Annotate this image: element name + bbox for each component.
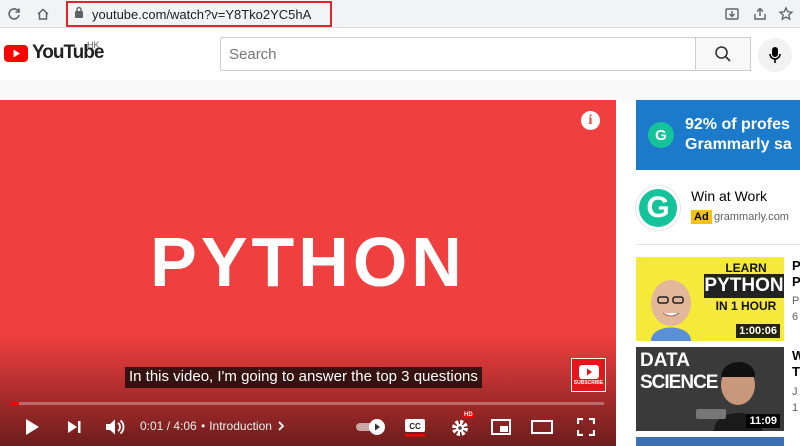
subscribe-watermark[interactable]: SUBSCRIBE bbox=[571, 358, 606, 392]
address-bar[interactable]: youtube.com/watch?v=Y8Tko2YC5hA bbox=[66, 1, 332, 27]
recommendation-channel: J bbox=[792, 386, 798, 398]
player-controls: 0:01 / 4:06 • Introduction CC HD bbox=[0, 410, 616, 446]
recommendation-thumbnail[interactable] bbox=[636, 437, 784, 446]
lock-icon bbox=[74, 5, 84, 23]
recommendation-thumbnail[interactable]: LEARN PYTHON IN 1 HOUR 1:00:06 bbox=[636, 257, 784, 341]
region-label: HK bbox=[87, 40, 100, 50]
ad-domain: grammarly.com bbox=[714, 211, 789, 223]
recommendation-channel: P bbox=[792, 295, 800, 307]
play-button[interactable] bbox=[20, 414, 44, 440]
grammarly-logo-icon: G bbox=[648, 122, 674, 148]
video-duration: 1:00:06 bbox=[736, 324, 780, 338]
reload-icon[interactable] bbox=[4, 4, 24, 24]
subtitles-button[interactable]: CC bbox=[403, 414, 427, 440]
svg-text:CC: CC bbox=[409, 422, 421, 431]
autoplay-toggle[interactable] bbox=[354, 414, 388, 440]
progress-bar[interactable] bbox=[12, 402, 604, 405]
thumb-text-python: PYTHON bbox=[704, 274, 784, 298]
thumb-text-hour: IN 1 HOUR bbox=[715, 299, 777, 313]
settings-button[interactable]: HD bbox=[446, 412, 474, 440]
recommendation-title[interactable]: P bbox=[792, 258, 800, 273]
skip-next-icon bbox=[68, 421, 81, 433]
progress-played bbox=[12, 402, 20, 405]
microphone-icon bbox=[769, 47, 781, 63]
video-player[interactable]: i PYTHON In this video, I'm going to ans… bbox=[0, 100, 616, 446]
autoplay-toggle-icon bbox=[356, 419, 385, 435]
play-icon bbox=[26, 419, 39, 435]
youtube-header: YouTube HK bbox=[0, 28, 800, 80]
bookmark-star-icon[interactable] bbox=[776, 4, 796, 24]
miniplayer-button[interactable] bbox=[488, 414, 514, 440]
ad-title: Win at Work bbox=[691, 188, 767, 204]
chapter-separator: • bbox=[201, 419, 206, 433]
volume-button[interactable] bbox=[102, 414, 128, 440]
recommendation-thumbnail[interactable]: DATA SCIENCE 11:09 bbox=[636, 347, 784, 431]
header-spacer bbox=[0, 80, 800, 100]
install-app-icon[interactable] bbox=[722, 4, 742, 24]
ad-banner[interactable]: G 92% of profes Grammarly sa bbox=[636, 100, 800, 170]
browser-toolbar: youtube.com/watch?v=Y8Tko2YC5hA bbox=[0, 0, 800, 28]
next-button[interactable] bbox=[62, 414, 86, 440]
grammarly-avatar-icon: G bbox=[636, 186, 680, 230]
search-input[interactable] bbox=[220, 37, 696, 71]
thumb-text-data: DATA bbox=[640, 350, 690, 371]
chapter-title: Introduction bbox=[209, 419, 272, 433]
recommendation-title-line-2[interactable]: T bbox=[792, 364, 800, 379]
ad-card[interactable]: G Win at Work Ad grammarly.com bbox=[636, 180, 800, 236]
home-icon[interactable] bbox=[33, 4, 53, 24]
volume-icon bbox=[106, 419, 125, 435]
search-button[interactable] bbox=[695, 37, 751, 71]
hd-badge: HD bbox=[463, 412, 474, 418]
recommendation-title[interactable]: W bbox=[792, 348, 800, 363]
thumb-text-learn: LEARN bbox=[725, 261, 767, 275]
share-icon[interactable] bbox=[750, 4, 770, 24]
ad-badge: Ad bbox=[691, 210, 712, 224]
fullscreen-icon bbox=[577, 418, 595, 436]
recommendation-views: 6 bbox=[792, 311, 799, 323]
ad-banner-line-1: 92% of profes bbox=[685, 116, 790, 133]
ad-banner-line-2: Grammarly sa bbox=[685, 136, 792, 153]
url-text: youtube.com/watch?v=Y8Tko2YC5hA bbox=[92, 6, 312, 22]
video-duration: 11:09 bbox=[746, 414, 780, 428]
voice-search-button[interactable] bbox=[758, 38, 792, 72]
recommendation-title-line-2[interactable]: P bbox=[792, 274, 800, 289]
sidebar: G 92% of profes Grammarly sa G Win at Wo… bbox=[636, 100, 800, 446]
subscribe-label: SUBSCRIBE bbox=[573, 379, 604, 386]
fullscreen-button[interactable] bbox=[572, 414, 600, 440]
subscribe-play-icon bbox=[578, 364, 599, 379]
sidebar-divider bbox=[636, 244, 800, 245]
video-title-overlay: PYTHON bbox=[150, 223, 466, 301]
time-display: 0:01 / 4:06 bbox=[140, 419, 197, 433]
thumb-text-science: SCIENCE bbox=[640, 372, 718, 393]
recommendation-views: 1 bbox=[792, 402, 799, 414]
closed-captions-icon: CC bbox=[405, 419, 425, 437]
chapter-title-button[interactable]: • Introduction bbox=[201, 419, 286, 433]
miniplayer-icon bbox=[491, 419, 511, 435]
closed-caption-text: In this video, I'm going to answer the t… bbox=[125, 367, 482, 388]
theater-mode-button[interactable] bbox=[528, 414, 556, 440]
search-icon bbox=[715, 46, 731, 62]
youtube-play-logo-icon bbox=[4, 44, 28, 62]
theater-mode-icon bbox=[531, 420, 553, 434]
info-icon[interactable]: i bbox=[581, 111, 600, 130]
chevron-right-icon bbox=[278, 421, 285, 431]
gear-icon bbox=[452, 420, 468, 436]
